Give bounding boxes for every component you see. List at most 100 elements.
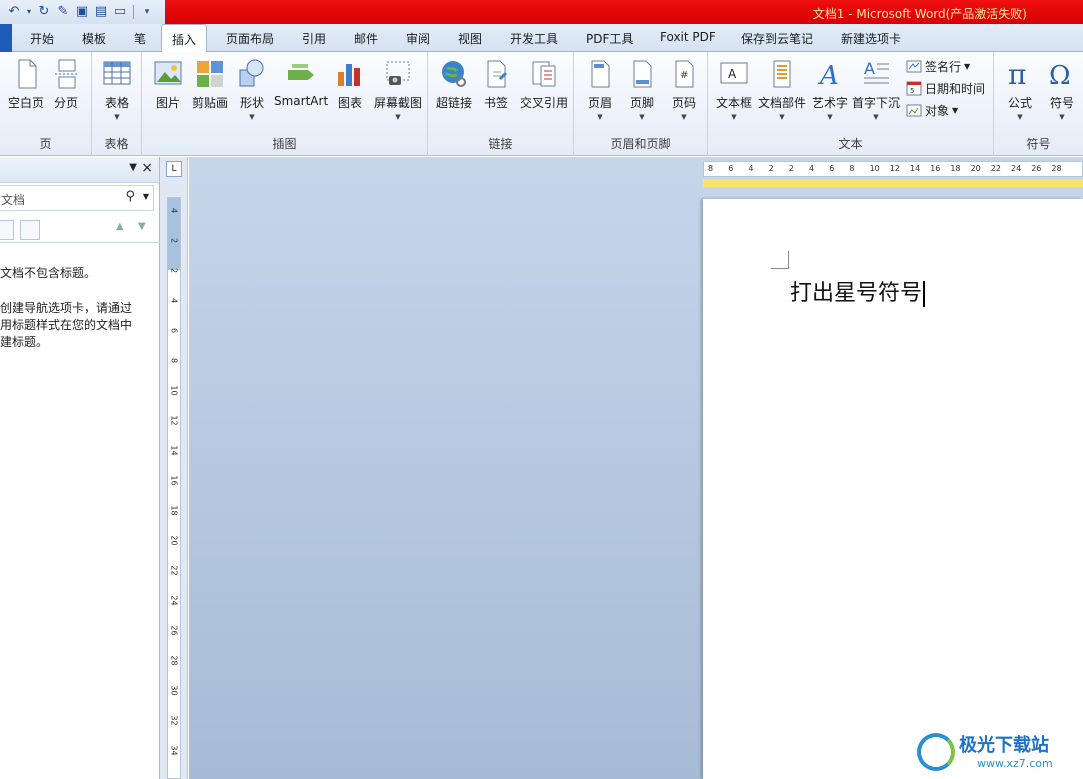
tab-home[interactable]: 开始 — [30, 30, 54, 47]
smartart-button[interactable]: SmartArt — [274, 56, 328, 128]
ruler-tick-label: 34 — [169, 745, 179, 756]
group-illustrations-label: 插图 — [272, 137, 297, 151]
tab-selector-button[interactable]: L — [166, 161, 182, 177]
tab-references[interactable]: 引用 — [302, 30, 326, 47]
symbol-dropdown-icon[interactable]: ▼ — [1036, 113, 1083, 121]
message-line: 用标题样式在您的文档中 — [0, 318, 133, 332]
date-time-label: 日期和时间 — [925, 81, 986, 96]
object-dropdown-icon[interactable]: ▼ — [952, 106, 958, 115]
ruler-highlight — [703, 179, 1083, 187]
tab-templates[interactable]: 模板 — [82, 30, 106, 47]
ruler-tick-label: 6 — [169, 327, 179, 334]
ruler-tick-label: 2 — [788, 164, 794, 173]
screenshot-dropdown-icon[interactable]: ▼ — [370, 113, 426, 121]
tab-view[interactable]: 视图 — [458, 30, 482, 47]
tab-pdf-tools[interactable]: PDF工具 — [586, 30, 633, 47]
quick-parts-dropdown-icon[interactable]: ▼ — [756, 113, 808, 121]
search-input[interactable]: 文档 ⚲ ▼ — [0, 185, 154, 211]
tab-foxit-pdf[interactable]: Foxit PDF — [660, 30, 716, 44]
svg-text:#: # — [680, 70, 688, 81]
tab-developer[interactable]: 开发工具 — [510, 30, 558, 47]
margin-corner-mark — [771, 251, 789, 269]
wordart-dropdown-icon[interactable]: ▼ — [804, 113, 856, 121]
search-options-icon[interactable]: ▼ — [143, 192, 149, 201]
tab-save-cloud-note[interactable]: 保存到云笔记 — [741, 30, 813, 47]
vertical-ruler[interactable]: 4 2 2 4 6 8 10 12 14 16 18 20 22 24 26 28 30 32 34 — [167, 197, 181, 779]
file-tab[interactable] — [0, 24, 12, 52]
object-button[interactable]: 对象 ▼ — [906, 100, 958, 120]
print-preview-icon[interactable]: ▣ — [74, 4, 90, 20]
screenshot-button[interactable]: 屏幕截图 ▼ — [370, 56, 426, 128]
next-arrow-icon[interactable]: ▼ — [138, 221, 146, 232]
page-setup-icon[interactable]: ▤ — [93, 4, 109, 20]
tab-new-tab[interactable]: 新建选项卡 — [841, 30, 901, 47]
ruler-tick-label: 2 — [169, 267, 179, 274]
tab-review[interactable]: 审阅 — [406, 30, 430, 47]
ruler-tick-label: 2 — [768, 164, 774, 173]
ruler-tick-label: 10 — [869, 164, 880, 173]
close-icon[interactable]: × — [141, 160, 153, 176]
footer-icon — [633, 60, 652, 88]
ruler-tick-label: 28 — [1051, 164, 1062, 173]
shapes-button[interactable]: 形状 ▼ — [226, 56, 278, 128]
drop-cap-label: 首字下沉 — [851, 96, 900, 110]
page-number-dropdown-icon[interactable]: ▼ — [658, 113, 710, 121]
tab-insert[interactable]: 插入 — [161, 24, 208, 53]
ruler-tick-label: 6 — [829, 164, 835, 173]
ruler-tick-label: 26 — [169, 625, 179, 636]
chart-button[interactable]: 图表 — [324, 56, 376, 128]
bookmark-icon — [487, 60, 507, 88]
tab-pen[interactable]: 笔 — [134, 30, 146, 47]
search-icon[interactable]: ⚲ — [125, 189, 135, 204]
header-icon — [591, 60, 610, 88]
watermark-logo-icon — [917, 733, 955, 771]
bookmark-label: 书签 — [483, 96, 508, 110]
title-bar: ↶ ▾ ↻ ✎ ▣ ▤ ▭ ▾ 文档1 - Microsoft Word(产品激… — [0, 0, 1083, 24]
customize-toolbar-icon[interactable]: ▾ — [139, 4, 155, 20]
screenshot-label: 屏幕截图 — [373, 96, 422, 110]
quick-parts-button[interactable]: 文档部件 ▼ — [756, 56, 808, 128]
cross-reference-button[interactable]: 交叉引用 — [516, 56, 572, 128]
signature-line-dropdown-icon[interactable]: ▼ — [964, 62, 970, 71]
tab-mailings[interactable]: 邮件 — [354, 30, 378, 47]
document-page[interactable]: 打出星号符号 — [703, 199, 1083, 779]
table-dropdown-icon[interactable]: ▼ — [91, 113, 143, 121]
undo-icon[interactable]: ↶ — [6, 4, 22, 20]
ruler-tick-label: 18 — [950, 164, 961, 173]
text-box-button[interactable]: A 文本框 ▼ — [708, 56, 760, 128]
shapes-label: 形状 — [239, 96, 264, 110]
page-number-button[interactable]: # 页码 ▼ — [658, 56, 710, 128]
previous-arrow-icon[interactable]: ▲ — [116, 221, 124, 232]
quick-parts-icon — [773, 60, 791, 88]
page-break-button[interactable]: 分页 — [40, 56, 92, 128]
text-box-dropdown-icon[interactable]: ▼ — [708, 113, 760, 121]
wordart-button[interactable]: A 艺术字 ▼ — [804, 56, 856, 128]
watermark-name: 极光下载站 — [959, 735, 1049, 756]
pane-options-icon[interactable]: ▼ — [129, 162, 137, 173]
table-button[interactable]: 表格 ▼ — [91, 56, 143, 128]
hyperlink-icon — [442, 61, 466, 87]
picture-icon — [154, 61, 182, 85]
ruler-tick-label: 12 — [169, 415, 179, 426]
tab-page-layout[interactable]: 页面布局 — [226, 30, 274, 47]
document-workspace: 8 6 4 2 2 4 6 8 10 12 14 16 18 20 22 24 26 28 打出星号符号 — [189, 157, 1083, 779]
horizontal-ruler[interactable]: 8 6 4 2 2 4 6 8 10 12 14 16 18 20 22 24 26 28 — [703, 161, 1083, 177]
redo-icon[interactable]: ↻ — [36, 4, 52, 20]
edit-doc-icon[interactable]: ✎ — [55, 4, 71, 20]
signature-line-button[interactable]: 签名行 ▼ — [906, 56, 970, 76]
document-text[interactable]: 打出星号符号 — [790, 275, 926, 307]
drop-cap-dropdown-icon[interactable]: ▼ — [850, 113, 902, 121]
document-text-content: 打出星号符号 — [790, 281, 923, 306]
bookmark-button[interactable]: 书签 — [470, 56, 522, 128]
symbol-button[interactable]: Ω 符号 ▼ — [1036, 56, 1083, 128]
reading-mode-icon[interactable]: ▭ — [112, 4, 128, 20]
omega-icon: Ω — [1049, 61, 1071, 90]
browse-pages-icon[interactable] — [0, 220, 14, 240]
shapes-dropdown-icon[interactable]: ▼ — [226, 113, 278, 121]
navigation-pane: ▼ × 文档 ⚲ ▼ ▲ ▼ 文档不包含标题。 创建导航选项卡，请通过 用标题样… — [0, 157, 160, 779]
ruler-tick-label: 2 — [169, 237, 179, 244]
dropdown-icon[interactable]: ▾ — [25, 4, 33, 20]
drop-cap-button[interactable]: A 首字下沉 ▼ — [850, 56, 902, 128]
browse-results-icon[interactable] — [20, 220, 40, 240]
date-time-button[interactable]: 5 日期和时间 — [906, 78, 985, 98]
